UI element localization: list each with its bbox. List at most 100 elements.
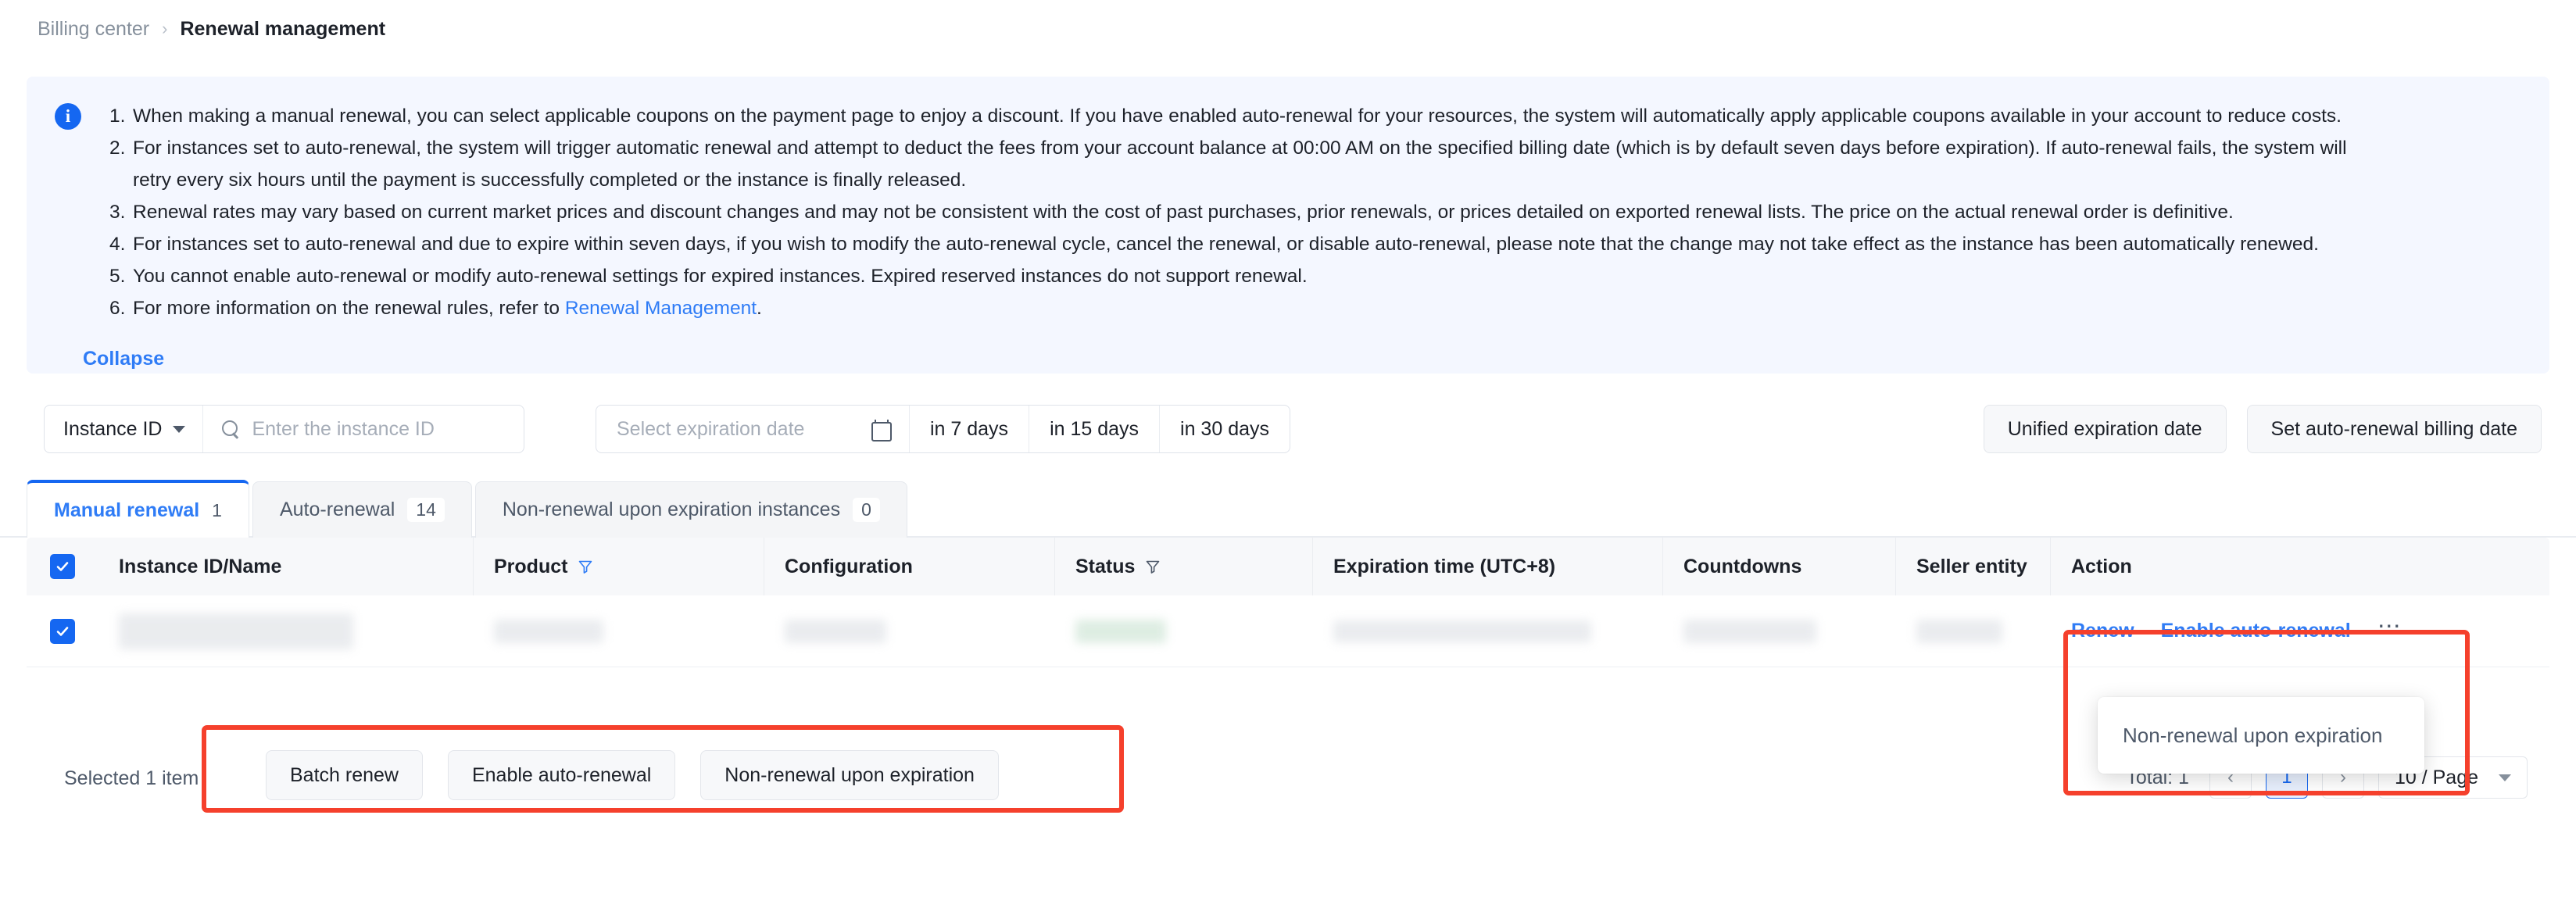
- column-countdowns-label: Countdowns: [1683, 555, 1802, 577]
- batch-renew-button[interactable]: Batch renew: [266, 750, 423, 800]
- filter-type-label: Instance ID: [63, 417, 163, 440]
- ellipsis-icon[interactable]: ⋯: [2377, 614, 2402, 642]
- column-status-label: Status: [1075, 555, 1136, 577]
- column-instance-id-name: Instance ID/Name: [98, 538, 474, 595]
- notice-item-number: 5.: [109, 266, 126, 287]
- expiration-date-placeholder: Select expiration date: [617, 417, 805, 440]
- column-expiration-time: Expiration time (UTC+8): [1313, 538, 1663, 595]
- notice-item-text-after: .: [757, 298, 762, 319]
- redacted-value: [1075, 619, 1166, 643]
- renew-link[interactable]: Renew: [2071, 620, 2134, 642]
- chevron-down-icon: [173, 425, 186, 433]
- expiration-date-picker[interactable]: Select expiration date: [596, 406, 909, 452]
- notice-item: 6. For more information on the renewal r…: [109, 292, 2347, 324]
- table-row: Renew Enable auto-renewal ⋯: [27, 595, 2549, 667]
- notice-item-text-before: For more information on the renewal rule…: [133, 298, 565, 319]
- notice-item-text: For instances set to auto-renewal and du…: [133, 234, 2319, 255]
- tab-auto-renewal-label: Auto-renewal: [279, 499, 395, 520]
- select-all-checkbox[interactable]: [50, 554, 75, 579]
- expiration-date-group: Select expiration date in 7 days in 15 d…: [596, 405, 1290, 453]
- filter-funnel-icon[interactable]: [1145, 559, 1161, 574]
- tab-auto-renewal-count: 14: [407, 498, 445, 522]
- notice-item-text: Renewal rates may vary based on current …: [133, 202, 2234, 223]
- renewal-management-link[interactable]: Renewal Management: [565, 298, 757, 319]
- filter-type-select[interactable]: Instance ID: [45, 406, 204, 452]
- filter-toolbar: Instance ID Select expiration date in 7 …: [0, 405, 2576, 464]
- instances-table: Instance ID/Name Product Configuration S…: [27, 538, 2549, 667]
- cell-product: [474, 595, 764, 667]
- redacted-value: [785, 619, 886, 643]
- notice-item-number: 1.: [109, 105, 126, 127]
- column-instance-id-name-label: Instance ID/Name: [119, 555, 282, 577]
- chevron-down-icon: [2499, 774, 2511, 781]
- page-title: Renewal management: [180, 18, 386, 40]
- row-action-links: Renew Enable auto-renewal ⋯: [2071, 614, 2402, 642]
- notice-item-number: 4.: [109, 234, 126, 255]
- row-checkbox[interactable]: [50, 618, 75, 644]
- quick-range-7-days[interactable]: in 7 days: [909, 406, 1029, 452]
- calendar-icon: [871, 420, 892, 441]
- tab-manual-renewal[interactable]: Manual renewal 1: [27, 480, 249, 538]
- tab-manual-renewal-label: Manual renewal: [54, 499, 200, 521]
- column-status: Status: [1055, 538, 1313, 595]
- table-header-row: Instance ID/Name Product Configuration S…: [27, 538, 2549, 595]
- redacted-value: [119, 613, 353, 649]
- enable-auto-renewal-link[interactable]: Enable auto-renewal: [2161, 620, 2351, 642]
- row-select-cell: [27, 595, 98, 667]
- tab-non-renewal-instances-label: Non-renewal upon expiration instances: [502, 499, 841, 520]
- breadcrumb-billing-center[interactable]: Billing center: [38, 17, 149, 41]
- notice-item-text: When making a manual renewal, you can se…: [133, 105, 2342, 127]
- renewal-management-page: Billing center › Renewal management i 1.…: [0, 0, 2576, 908]
- instance-search-group: Instance ID: [44, 405, 525, 453]
- cell-seller-entity: [1896, 595, 2051, 667]
- redacted-value: [1333, 620, 1591, 642]
- batch-non-renewal-upon-expiration-button[interactable]: Non-renewal upon expiration: [700, 750, 999, 800]
- search-input[interactable]: [252, 417, 506, 441]
- selected-count-label: Selected 1 item: [64, 767, 199, 789]
- filter-funnel-icon[interactable]: [578, 559, 593, 574]
- notice-list: 1. When making a manual renewal, you can…: [109, 100, 2347, 324]
- cell-configuration: [764, 595, 1055, 667]
- tab-non-renewal-instances[interactable]: Non-renewal upon expiration instances 0: [474, 481, 907, 538]
- tab-auto-renewal[interactable]: Auto-renewal 14: [252, 481, 472, 538]
- redacted-value: [494, 619, 603, 643]
- info-circle-icon: i: [55, 103, 81, 130]
- column-expiration-time-label: Expiration time (UTC+8): [1333, 555, 1556, 577]
- redacted-value: [1916, 619, 2002, 643]
- breadcrumb-separator-icon: ›: [162, 19, 168, 38]
- notice-item-number: 2.: [109, 138, 126, 159]
- cell-instance-id-name: [98, 595, 474, 667]
- column-seller-entity-label: Seller entity: [1916, 555, 2027, 577]
- tab-non-renewal-instances-count: 0: [853, 498, 880, 522]
- notice-item-text: You cannot enable auto-renewal or modify…: [133, 266, 1308, 287]
- notice-item-continuation: retry every six hours until the payment …: [109, 164, 2347, 196]
- column-configuration: Configuration: [764, 538, 1055, 595]
- batch-enable-auto-renewal-button[interactable]: Enable auto-renewal: [447, 750, 676, 800]
- notice-item-text: For more information on the renewal rule…: [133, 292, 762, 324]
- column-action-label: Action: [2071, 555, 2132, 577]
- batch-action-bar: Batch renew Enable auto-renewal Non-rene…: [266, 750, 999, 800]
- cell-countdowns: [1663, 595, 1896, 667]
- dropdown-item-non-renewal-upon-expiration[interactable]: Non-renewal upon expiration: [2098, 724, 2407, 748]
- toolbar-right-actions: Unified expiration date Set auto-renewal…: [1983, 405, 2542, 453]
- cell-expiration-time: [1313, 595, 1663, 667]
- search-icon: [222, 420, 239, 438]
- redacted-value: [1683, 619, 1816, 643]
- action-dropdown-menu: Non-renewal upon expiration: [2098, 697, 2424, 774]
- notice-item: 5. You cannot enable auto-renewal or mod…: [109, 260, 2347, 292]
- quick-range-30-days[interactable]: in 30 days: [1159, 406, 1290, 452]
- column-configuration-label: Configuration: [785, 555, 913, 577]
- unified-expiration-date-button[interactable]: Unified expiration date: [1983, 405, 2227, 453]
- quick-range-15-days[interactable]: in 15 days: [1029, 406, 1159, 452]
- tab-bar: Manual renewal 1 Auto-renewal 14 Non-ren…: [27, 480, 911, 538]
- column-action: Action: [2051, 538, 2549, 595]
- notice-item: 2. For instances set to auto-renewal, th…: [109, 132, 2347, 164]
- set-auto-renewal-billing-date-button[interactable]: Set auto-renewal billing date: [2246, 405, 2542, 453]
- notice-item: 1. When making a manual renewal, you can…: [109, 100, 2347, 132]
- select-all-cell: [27, 538, 98, 595]
- column-countdowns: Countdowns: [1663, 538, 1896, 595]
- breadcrumb: Billing center › Renewal management: [38, 17, 385, 41]
- column-seller-entity: Seller entity: [1896, 538, 2051, 595]
- collapse-button[interactable]: Collapse: [83, 348, 164, 370]
- notice-item: 3. Renewal rates may vary based on curre…: [109, 196, 2347, 228]
